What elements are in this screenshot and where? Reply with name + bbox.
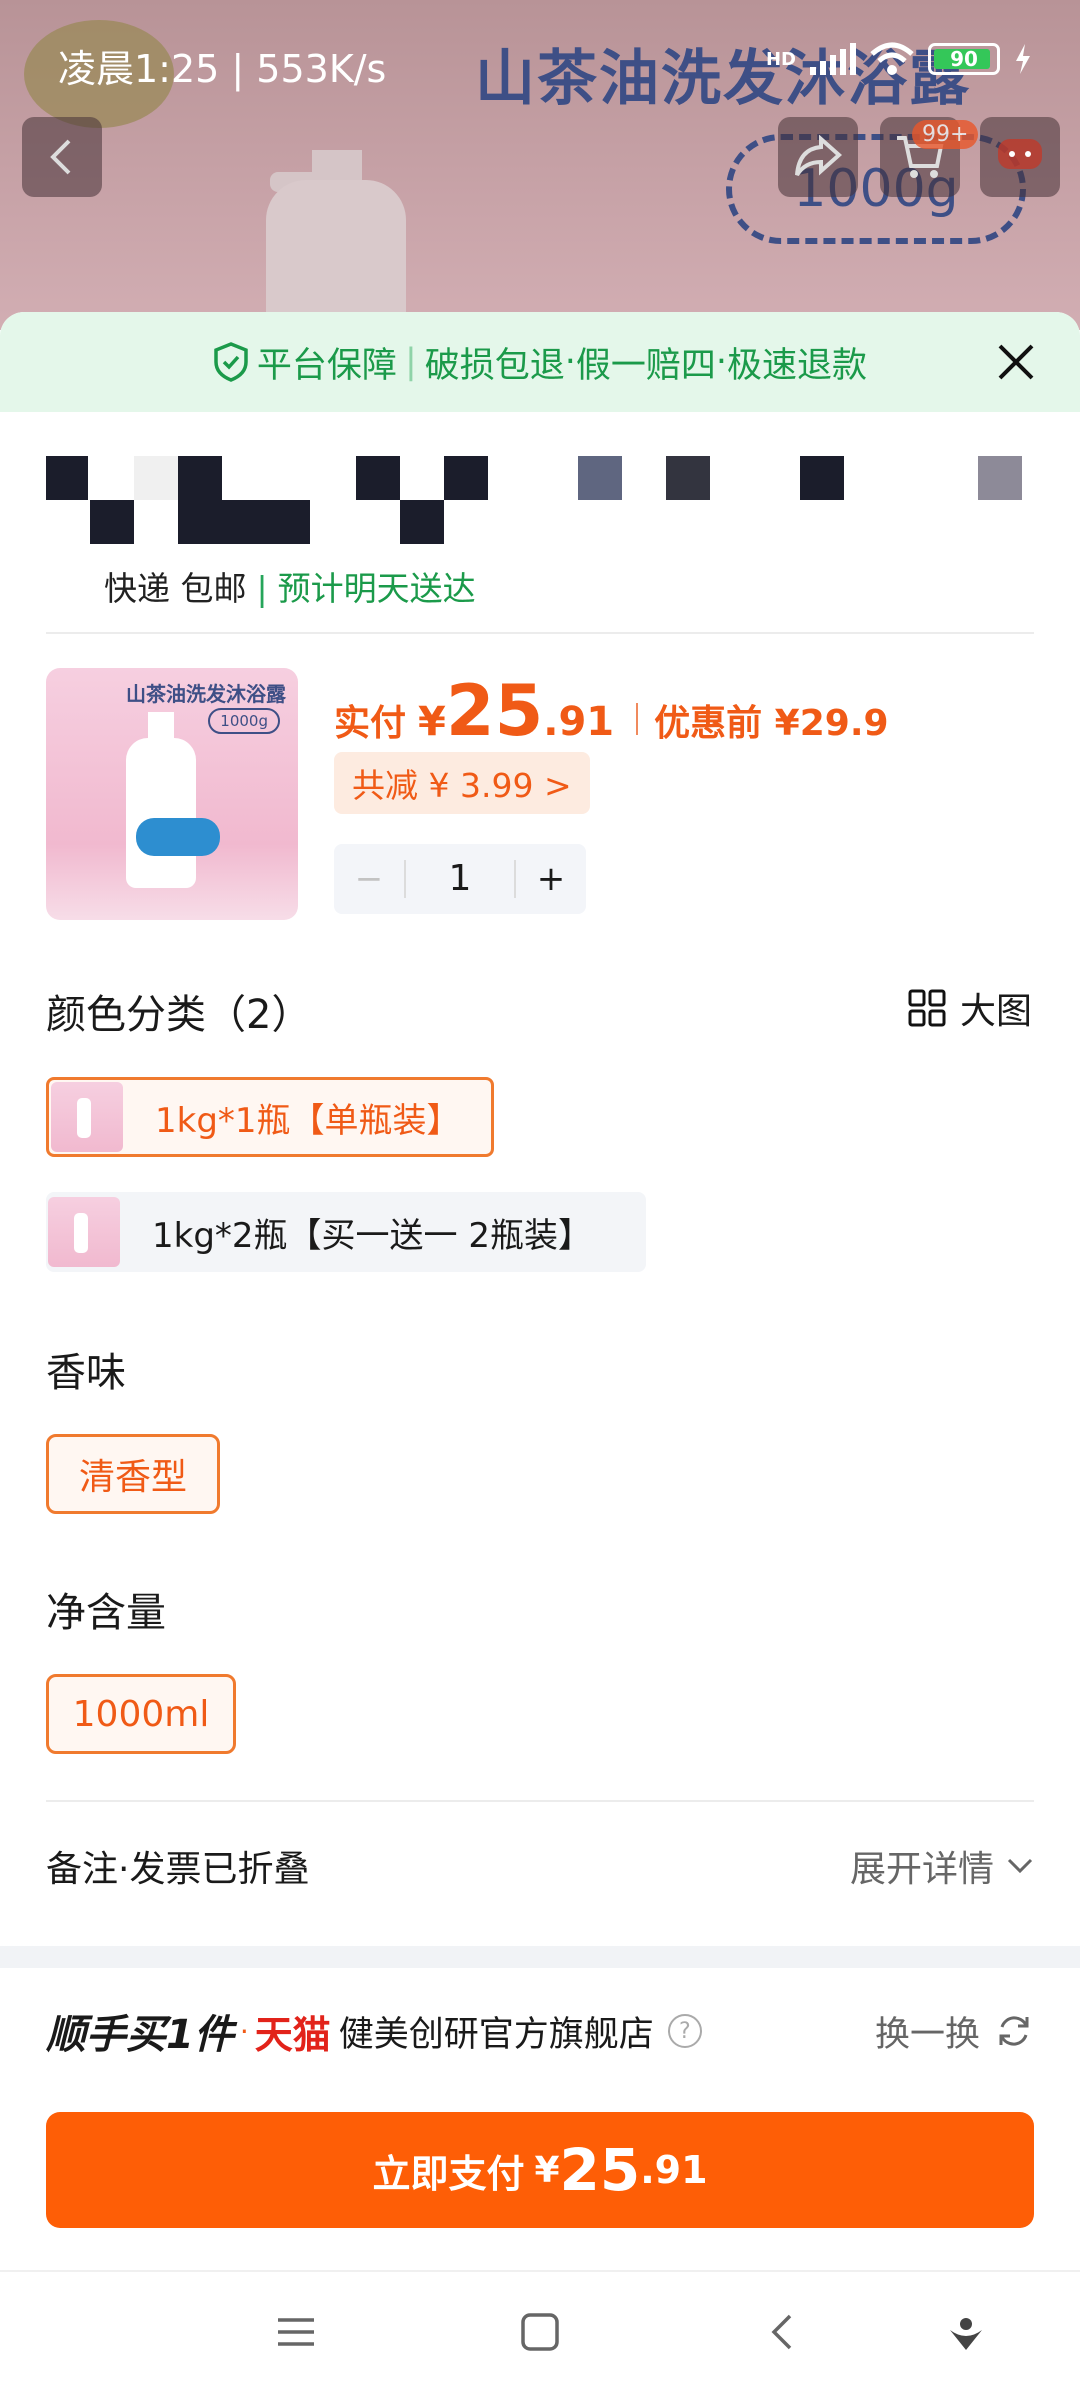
decrease-button[interactable]: −: [334, 859, 404, 899]
delivery-separator: |: [256, 569, 268, 608]
guarantee-item-1: 破损包退: [424, 345, 565, 386]
message-icon: [998, 139, 1042, 169]
option-thumbnail: [48, 1197, 120, 1267]
divider: [46, 1800, 1034, 1802]
wifi-icon: [870, 42, 914, 75]
pay-label: 立即支付: [372, 2151, 525, 2196]
option-label: 1kg*2瓶【买一送一 2瓶装】: [152, 1215, 592, 1256]
option-thumbnail: [51, 1082, 123, 1152]
product-thumbnail[interactable]: 山茶油洗发沐浴露 1000g: [46, 668, 298, 920]
price-integer: 25: [445, 670, 544, 752]
discount-badge[interactable]: 共减 ¥ 3.99 >: [334, 752, 590, 814]
share-icon: [795, 135, 843, 177]
guarantee-dot: ·: [715, 342, 728, 382]
guarantee-item-2: 假一赔四: [575, 345, 716, 386]
color-option-single[interactable]: 1kg*1瓶【单瓶装】: [46, 1077, 494, 1157]
section-separator: [0, 1946, 1080, 1968]
bottle-image: [266, 180, 406, 330]
expand-details[interactable]: 展开详情: [850, 1840, 1034, 1892]
expand-label: 展开详情: [849, 1849, 994, 1890]
add-on-shop-row: 顺手买1件 · 天猫 健美创研官方旗舰店 ? 换一换: [46, 2002, 1034, 2060]
shield-check-icon: [214, 342, 248, 382]
quantity-stepper: − 1 +: [334, 844, 586, 914]
guarantee-item-3: 极速退款: [727, 345, 868, 386]
close-icon[interactable]: [992, 338, 1040, 386]
volume-option[interactable]: 1000ml: [46, 1674, 236, 1754]
tmall-label: 天猫: [254, 2012, 331, 2057]
back-button[interactable]: [22, 117, 102, 197]
thumb-mascot: [136, 818, 220, 856]
scent-section-title: 香味: [46, 1350, 126, 1396]
thumb-size: 1000g: [208, 708, 280, 734]
dot-separator: ·: [239, 2014, 249, 2048]
status-bar: 凌晨1:25 | 553K/s HD 90: [0, 0, 1080, 120]
message-button[interactable]: [980, 117, 1060, 197]
thumb-bottle: [126, 712, 196, 888]
guarantee-platform: 平台保障: [256, 345, 397, 386]
guarantee-separator: |: [404, 342, 417, 382]
big-image-toggle[interactable]: 大图: [908, 982, 1032, 1034]
help-icon[interactable]: ?: [667, 2014, 702, 2048]
menu-icon[interactable]: [276, 2312, 316, 2352]
home-icon[interactable]: [520, 2312, 560, 2352]
charging-icon: [1016, 44, 1030, 74]
color-option-double[interactable]: 1kg*2瓶【买一送一 2瓶装】: [46, 1192, 646, 1272]
volume-section-title: 净含量: [46, 1590, 166, 1636]
chevron-down-icon: [1007, 1858, 1033, 1874]
pay-currency: ¥: [534, 2149, 560, 2191]
guarantee-banner: 平台保障 | 破损包退 · 假一赔四 · 极速退款: [0, 312, 1080, 412]
delivery-method: 快递 包邮: [104, 569, 247, 608]
scent-option[interactable]: 清香型: [46, 1434, 220, 1514]
quantity-value[interactable]: 1: [404, 860, 516, 898]
hd-icon: HD: [765, 48, 796, 70]
notes-label: 备注·发票已折叠: [46, 1849, 310, 1890]
price-separator: [636, 703, 639, 735]
pay-decimal: .91: [640, 2148, 708, 2192]
swap-label: 换一换: [874, 2014, 980, 2055]
thumb-title: 山茶油洗发沐浴露: [126, 682, 286, 706]
grid-icon: [908, 989, 946, 1027]
back-nav-icon[interactable]: [768, 2312, 798, 2352]
guarantee-dot: ·: [564, 342, 576, 382]
original-price: 优惠前 ¥29.9: [654, 703, 889, 744]
cart-badge: 99+: [912, 120, 979, 149]
refresh-icon: [999, 2016, 1029, 2046]
price-currency: ¥: [418, 699, 446, 745]
add-on-promo-label: 顺手买1件: [46, 2012, 234, 2058]
increase-button[interactable]: +: [516, 859, 586, 899]
share-button[interactable]: [778, 117, 858, 197]
address-redacted[interactable]: [46, 442, 1036, 560]
pay-now-button[interactable]: 立即支付 ¥ 25 .91: [46, 2112, 1034, 2228]
swap-button[interactable]: 换一换: [875, 2006, 1034, 2057]
option-label: 1kg*1瓶【单瓶装】: [155, 1100, 461, 1141]
sku-selection-sheet: 平台保障 | 破损包退 · 假一赔四 · 极速退款 快递 包邮 | 预计明天送达 山…: [0, 312, 1080, 2270]
paid-label: 实付: [334, 703, 407, 744]
delivery-info: 快递 包邮 | 预计明天送达: [104, 562, 476, 610]
system-nav-bar: [0, 2270, 1080, 2400]
assistant-icon[interactable]: [946, 2312, 986, 2352]
chevron-left-icon: [50, 139, 71, 175]
divider: [46, 632, 1034, 634]
big-image-label: 大图: [959, 991, 1032, 1032]
status-time: 凌晨1:25 | 553K/s: [58, 47, 387, 91]
price-row: 实付 ¥ 25 .91 优惠前 ¥29.9: [334, 670, 889, 752]
price-decimal: .91: [543, 699, 615, 745]
pay-integer: 25: [559, 2136, 641, 2204]
battery-icon: 90: [928, 43, 1000, 75]
shop-name[interactable]: 健美创研官方旗舰店: [339, 2006, 654, 2057]
signal-icon: [810, 43, 856, 75]
color-section-title: 颜色分类（2）: [46, 992, 312, 1038]
notes-row[interactable]: 备注·发票已折叠 展开详情: [46, 1840, 1034, 1892]
delivery-eta: 预计明天送达: [277, 569, 476, 608]
